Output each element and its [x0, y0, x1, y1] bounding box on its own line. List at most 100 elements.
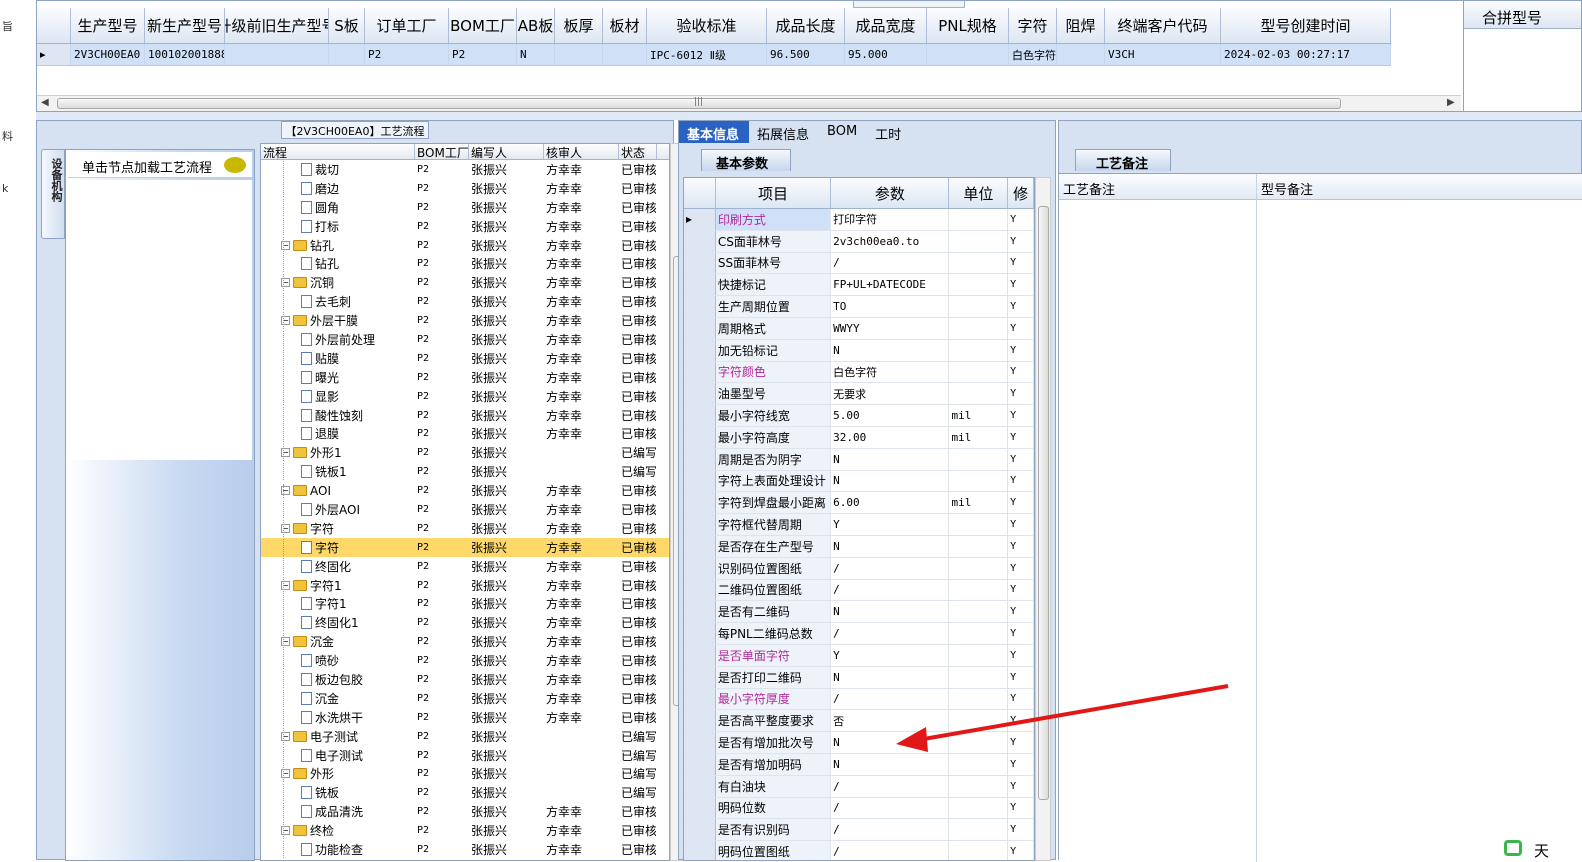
tree-node-cell[interactable]: 去毛刺 [261, 293, 415, 311]
tree-row[interactable]: − 外形 P2 张振兴 已编写 [261, 765, 669, 784]
param-value-cell[interactable]: FP+UL+DATECODE [831, 274, 950, 296]
params-row[interactable]: 是否有识别码 / Y [684, 819, 1034, 842]
param-value-cell[interactable]: N [831, 601, 950, 623]
tree-row[interactable]: 铣板 P2 张振兴 已编写 [261, 783, 669, 802]
param-value-cell[interactable]: WWYY [831, 317, 950, 339]
tree-node[interactable]: 铣板1 [301, 463, 414, 480]
tree-node-cell[interactable]: − 沉金 [261, 633, 415, 651]
tree-row[interactable]: 字符1 P2 张振兴 方幸幸 已审核 [261, 594, 669, 613]
params-row[interactable]: 字符颜色 白色字符 Y [684, 361, 1034, 384]
params-row[interactable]: 明码位数 / Y [684, 797, 1034, 820]
grid-cell[interactable] [225, 44, 329, 65]
params-column-header[interactable]: 修 [1008, 178, 1034, 208]
tree-row[interactable]: − 外层干膜 P2 张振兴 方幸幸 已审核 [261, 311, 669, 330]
tree-row[interactable]: − 外形1 P2 张振兴 已编写 [261, 443, 669, 462]
grid-cell[interactable]: 2V3CH00EA0 [71, 44, 145, 65]
tree-node[interactable]: − AOI [281, 484, 414, 498]
param-value-cell[interactable]: / [831, 819, 950, 841]
tree-node-cell[interactable]: 钻孔 [261, 255, 415, 273]
param-value-cell[interactable]: N [831, 753, 950, 775]
grid-cell[interactable] [1057, 44, 1105, 65]
tree-node[interactable]: 退膜 [301, 425, 414, 442]
tree-row[interactable]: 铣板1 P2 张振兴 已编写 [261, 462, 669, 481]
tree-node[interactable]: 功能检查 [301, 841, 414, 858]
column-header[interactable]: 生产型号 [71, 8, 145, 43]
column-header[interactable]: 字符 [1009, 8, 1057, 43]
tree-node-cell[interactable]: 打标 [261, 217, 415, 235]
equipment-vertical-tab[interactable]: 设备机构 [41, 149, 65, 239]
param-value-cell[interactable]: 2v3ch00ea0.to [831, 230, 950, 252]
tree-column-header[interactable]: 编写人 [469, 144, 544, 159]
tree-node-cell[interactable]: 字符 [261, 538, 415, 556]
column-header[interactable]: 升级前旧生产型号 [225, 8, 329, 43]
params-row[interactable]: 是否高平整度要求否 Y [684, 710, 1034, 733]
tree-node[interactable]: 成品清洗 [301, 803, 414, 820]
tree-row[interactable]: 终固化1 P2 张振兴 方幸幸 已审核 [261, 613, 669, 632]
tree-node-cell[interactable]: 酸性蚀刻 [261, 406, 415, 424]
tree-node-cell[interactable]: 显影 [261, 387, 415, 405]
param-value-cell[interactable]: 否 [831, 710, 950, 732]
param-value-cell[interactable]: N [831, 732, 950, 753]
param-value-cell[interactable]: TO [831, 296, 950, 317]
param-value-cell[interactable]: 打印字符 [831, 209, 950, 230]
column-header[interactable]: 验收标准 [647, 8, 767, 43]
tree-node[interactable]: 曝光 [301, 369, 414, 386]
tree-row[interactable]: 成品清洗 P2 张振兴 方幸幸 已审核 [261, 802, 669, 821]
tree-node-cell[interactable]: − 外形 [261, 765, 415, 783]
param-value-cell[interactable]: 无要求 [831, 383, 950, 405]
column-header[interactable]: 成品宽度 [845, 8, 927, 43]
tree-node-cell[interactable]: 贴膜 [261, 349, 415, 367]
tree-column-header[interactable]: 状态 [619, 144, 657, 159]
tree-node[interactable]: 裁切 [301, 161, 414, 178]
top-tab-stub[interactable] [853, 1, 965, 8]
tree-node[interactable]: 字符1 [301, 595, 414, 612]
tree-node[interactable]: 打标 [301, 218, 414, 235]
tree-node-cell[interactable]: 裁切 [261, 160, 415, 178]
tree-row[interactable]: − 字符 P2 张振兴 方幸幸 已审核 [261, 519, 669, 538]
tree-row[interactable]: 钻孔 P2 张振兴 方幸幸 已审核 [261, 254, 669, 273]
tree-node[interactable]: 铣板 [301, 784, 414, 801]
tree-node-cell[interactable]: 铣板 [261, 784, 415, 802]
tree-node-cell[interactable]: − 电子测试 [261, 727, 415, 745]
side-panel-header[interactable]: 单击节点加载工艺流程 [68, 152, 252, 178]
tree-node[interactable]: 终固化1 [301, 614, 414, 631]
params-row[interactable]: 字符上表面处理设计 N Y [684, 470, 1034, 493]
tree-node-cell[interactable]: 外层前处理 [261, 330, 415, 348]
tree-column-header[interactable]: 核审人 [544, 144, 619, 159]
param-value-cell[interactable]: / [831, 579, 950, 601]
param-value-cell[interactable]: 白色字符 [831, 361, 950, 383]
params-row[interactable]: CS面菲林号 2v3ch00ea0.to Y [684, 230, 1034, 253]
tree-row[interactable]: 电子测试 P2 张振兴 已编写 [261, 746, 669, 765]
tree-node[interactable]: 去毛刺 [301, 293, 414, 310]
param-value-cell[interactable]: N [831, 535, 950, 557]
tree-row[interactable]: 贴膜 P2 张振兴 方幸幸 已审核 [261, 349, 669, 368]
tree-node-cell[interactable]: 终固化 [261, 557, 415, 575]
column-header[interactable]: 型号创建时间 [1221, 8, 1391, 43]
tree-node-cell[interactable]: 铣板1 [261, 463, 415, 481]
params-row[interactable]: 字符到焊盘最小距离 6.00 mil Y [684, 492, 1034, 515]
tree-node[interactable]: 外层AOI [301, 501, 414, 518]
tree-node-cell[interactable]: 退膜 [261, 425, 415, 443]
horizontal-scrollbar[interactable]: ◀ ||| ▶ [37, 95, 1461, 111]
params-row[interactable]: 识别码位置图纸 / Y [684, 557, 1034, 580]
tree-row[interactable]: 字符 P2 张振兴 方幸幸 已审核 [261, 537, 669, 557]
craft-remark-column[interactable]: 工艺备注 [1059, 174, 1257, 862]
tree-column-header[interactable]: 流程 [261, 144, 415, 159]
basic-params-subtab[interactable]: 基本参数 [701, 149, 791, 172]
column-header[interactable]: PNL规格 [927, 8, 1009, 43]
params-row[interactable]: 最小字符厚度 / Y [684, 688, 1034, 711]
tree-node[interactable]: 贴膜 [301, 350, 414, 367]
params-row[interactable]: SS面菲林号 / Y [684, 252, 1034, 275]
tree-row[interactable]: 终固化 P2 张振兴 方幸幸 已审核 [261, 557, 669, 576]
tree-node[interactable]: 钻孔 [301, 255, 414, 272]
param-value-cell[interactable]: / [831, 557, 950, 579]
params-row[interactable]: 是否有增加批次号 N Y [684, 732, 1034, 754]
tree-row[interactable]: 外层AOI P2 张振兴 方幸幸 已审核 [261, 500, 669, 519]
tree-node-cell[interactable]: 沉金 [261, 689, 415, 707]
info-tab[interactable]: 工时 [867, 121, 911, 143]
tree-row[interactable]: − 电子测试 P2 张振兴 已编写 [261, 727, 669, 746]
tree-node[interactable]: − 沉铜 [281, 274, 414, 291]
param-value-cell[interactable]: / [831, 623, 950, 644]
tree-row[interactable]: 裁切 P2 张振兴 方幸幸 已审核 [261, 160, 669, 179]
tree-node[interactable]: 字符 [301, 539, 414, 556]
